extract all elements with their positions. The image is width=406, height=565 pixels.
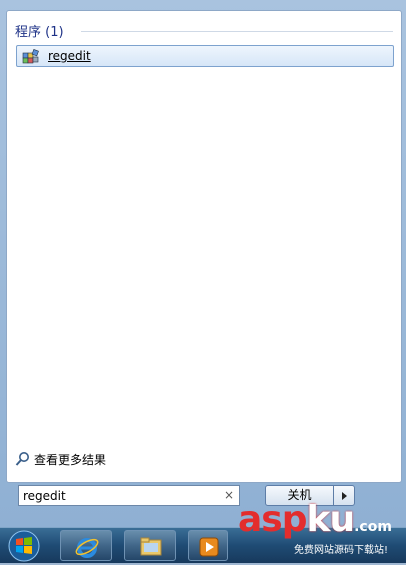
taskbar-button-windows-explorer[interactable] [124, 530, 176, 561]
results-group-header: 程序 (1) [15, 21, 393, 41]
folder-icon [140, 537, 162, 556]
media-player-icon [199, 537, 219, 557]
watermark-brand-ku: ku [306, 499, 356, 540]
watermark-brand-domain: .com [354, 519, 392, 535]
taskbar-button-internet-explorer[interactable] [60, 530, 112, 561]
registry-editor-icon [22, 49, 39, 64]
result-item-label: regedit [48, 49, 91, 63]
group-divider [81, 31, 393, 32]
watermark-tagline: 免费网站源码下载站! [294, 545, 389, 556]
search-box[interactable]: × [18, 485, 240, 506]
watermark-logo: aspku.com 免费网站源码下载站! [236, 500, 406, 562]
taskbar-button-media-player[interactable] [188, 530, 228, 561]
start-menu: 程序 (1) regedit 查看更多结果 × 关机 [0, 0, 406, 527]
ie-icon [75, 538, 99, 558]
clear-search-button[interactable]: × [224, 488, 234, 502]
start-button[interactable] [5, 530, 43, 562]
result-item-regedit[interactable]: regedit [16, 45, 394, 67]
search-icon [15, 452, 29, 466]
watermark-brand-asp: asp [238, 499, 307, 540]
search-results-panel: 程序 (1) regedit 查看更多结果 [6, 10, 402, 483]
search-input[interactable] [21, 487, 221, 504]
windows-logo-icon [8, 530, 40, 562]
see-more-label: 查看更多结果 [34, 453, 107, 467]
results-group-title: 程序 (1) [15, 25, 64, 40]
watermark-brand: aspku.com [238, 500, 392, 547]
